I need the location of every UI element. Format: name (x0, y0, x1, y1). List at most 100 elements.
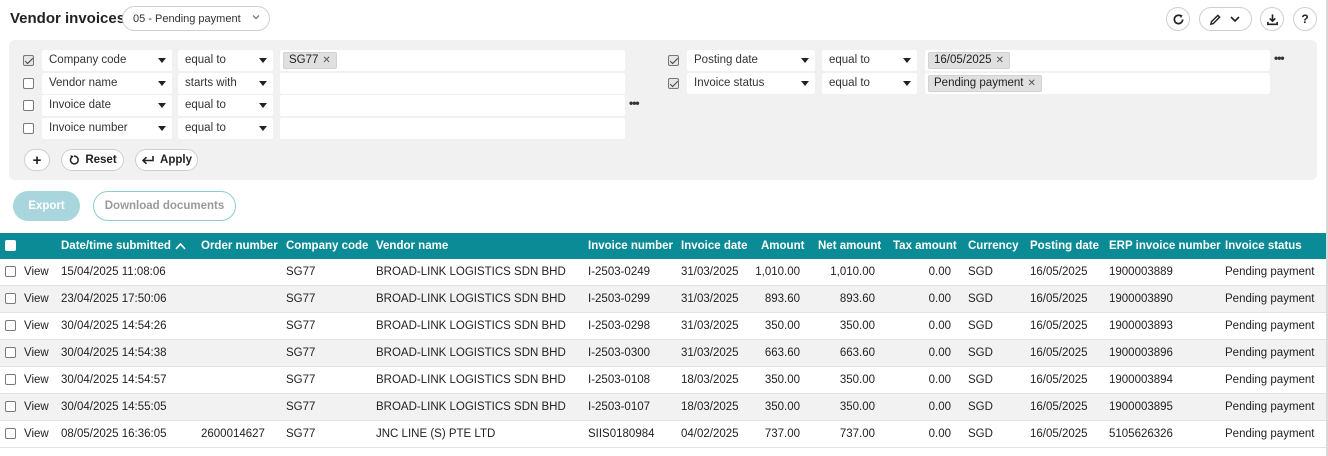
view-link[interactable]: View (24, 266, 49, 278)
column-header-invoice-date[interactable]: Invoice date (681, 240, 747, 252)
dropdown-triangle-icon (259, 58, 267, 63)
view-link[interactable]: View (24, 347, 49, 359)
filter-operator-select[interactable]: equal to (822, 73, 917, 94)
column-header-order-number[interactable]: Order number (201, 240, 278, 252)
column-header-erp-invoice-number[interactable]: ERP invoice number (1109, 240, 1221, 252)
close-icon[interactable]: ✕ (1028, 78, 1036, 89)
filter-row-company-code: Company code equal to SG77 ✕ (23, 50, 627, 71)
filter-operator-select[interactable]: equal to (178, 50, 273, 71)
cell-amount: 350.00 (764, 401, 800, 413)
add-icon: + (32, 151, 42, 169)
filter-operator-label: starts with (185, 77, 237, 89)
cell-tax-amount: 0.00 (928, 293, 951, 305)
cell-invoice-number: I-2503-0107 (588, 401, 651, 413)
chip-label: Pending payment (934, 77, 1024, 89)
select-all-checkbox[interactable] (5, 240, 16, 251)
edit-menu-button[interactable] (1199, 7, 1252, 31)
column-header-amount[interactable]: Amount (761, 240, 804, 252)
filter-field-select[interactable]: Vendor name (42, 73, 172, 94)
view-link[interactable]: View (24, 401, 49, 413)
filter-field-select[interactable]: Company code (42, 50, 172, 71)
filter-checkbox[interactable] (23, 100, 34, 111)
help-button[interactable]: ? (1293, 7, 1317, 31)
view-select[interactable]: 05 - Pending payment (122, 6, 270, 31)
cell-invoice-status: Pending payment (1225, 320, 1315, 332)
filter-value-input[interactable] (280, 95, 625, 116)
column-header-tax-amount[interactable]: Tax amount (893, 240, 957, 252)
apply-button[interactable]: Apply (135, 149, 198, 171)
sort-up-icon (175, 242, 186, 250)
view-link[interactable]: View (24, 428, 49, 440)
table-row[interactable]: View 30/04/2025 14:54:26 SG77 BROAD-LINK LO… (0, 313, 1326, 340)
filter-field-label: Posting date (694, 54, 758, 66)
filter-operator-select[interactable]: equal to (822, 50, 917, 71)
download-documents-button[interactable]: Download documents (93, 191, 236, 221)
filter-field-select[interactable]: Invoice status (687, 73, 815, 94)
column-header-vendor-name[interactable]: Vendor name (376, 240, 448, 252)
column-header-invoice-status[interactable]: Invoice status (1225, 240, 1302, 252)
filter-operator-select[interactable]: equal to (178, 95, 273, 116)
more-icon[interactable]: ••• (1274, 51, 1285, 65)
filter-value-input[interactable]: 16/05/2025 ✕ (925, 50, 1270, 71)
column-header-net-amount[interactable]: Net amount (818, 240, 881, 252)
cell-currency: SGD (968, 266, 993, 278)
filter-field-select[interactable]: Invoice number (42, 118, 172, 139)
cell-invoice-date: 31/03/2025 (681, 347, 739, 359)
cell-net-amount: 1,010.00 (830, 266, 875, 278)
download-button[interactable] (1260, 7, 1284, 31)
cell-net-amount: 350.00 (839, 401, 875, 413)
more-icon[interactable]: ••• (629, 96, 640, 110)
row-checkbox[interactable] (5, 293, 16, 304)
filter-field-label: Company code (49, 54, 127, 66)
column-header-company-code[interactable]: Company code (286, 240, 368, 252)
close-icon[interactable]: ✕ (996, 55, 1004, 66)
filter-field-select[interactable]: Invoice date (42, 95, 172, 116)
view-link[interactable]: View (24, 374, 49, 386)
table-row[interactable]: View 30/04/2025 14:54:57 SG77 BROAD-LINK LO… (0, 367, 1326, 394)
cell-invoice-number: I-2503-0299 (588, 293, 651, 305)
cell-amount: 1,010.00 (755, 266, 800, 278)
column-header-invoice-number[interactable]: Invoice number (588, 240, 673, 252)
filter-field-select[interactable]: Posting date (687, 50, 815, 71)
filter-value-input[interactable] (280, 118, 625, 139)
row-checkbox[interactable] (5, 320, 16, 331)
dropdown-triangle-icon (158, 58, 166, 63)
cell-currency: SGD (968, 347, 993, 359)
export-button[interactable]: Export (13, 191, 80, 221)
row-checkbox[interactable] (5, 374, 16, 385)
filter-checkbox[interactable] (668, 55, 679, 66)
column-header-currency[interactable]: Currency (968, 240, 1019, 252)
filter-value-input[interactable]: Pending payment ✕ (925, 73, 1270, 94)
column-header-posting-date[interactable]: Posting date (1030, 240, 1099, 252)
row-checkbox[interactable] (5, 428, 16, 439)
row-checkbox[interactable] (5, 401, 16, 412)
table-row[interactable]: View 08/05/2025 16:36:05 2600014627 SG77 JNC… (0, 421, 1326, 448)
filter-operator-label: equal to (185, 54, 226, 66)
filter-checkbox[interactable] (23, 78, 34, 89)
filter-operator-select[interactable]: equal to (178, 118, 273, 139)
filter-value-input[interactable] (280, 73, 625, 94)
filter-checkbox[interactable] (668, 78, 679, 89)
filter-operator-label: equal to (829, 54, 870, 66)
row-checkbox[interactable] (5, 347, 16, 358)
dropdown-triangle-icon (259, 81, 267, 86)
cell-invoice-number: I-2503-0108 (588, 374, 651, 386)
reset-button[interactable]: Reset (61, 149, 124, 171)
table-row[interactable]: View 30/04/2025 14:55:05 SG77 BROAD-LINK LO… (0, 394, 1326, 421)
cell-invoice-date: 31/03/2025 (681, 293, 739, 305)
filter-value-input[interactable]: SG77 ✕ (280, 50, 625, 71)
close-icon[interactable]: ✕ (322, 55, 330, 66)
table-row[interactable]: View 15/04/2025 11:08:06 SG77 BROAD-LINK LO… (0, 259, 1326, 286)
table-row[interactable]: View 23/04/2025 17:50:06 SG77 BROAD-LINK LO… (0, 286, 1326, 313)
filter-checkbox[interactable] (23, 55, 34, 66)
cell-amount: 893.60 (764, 293, 800, 305)
view-link[interactable]: View (24, 320, 49, 332)
row-checkbox[interactable] (5, 266, 16, 277)
filter-checkbox[interactable] (23, 123, 34, 134)
filter-operator-select[interactable]: starts with (178, 73, 273, 94)
column-header-date-submitted[interactable]: Date/time submitted (61, 240, 186, 252)
table-row[interactable]: View 30/04/2025 14:54:38 SG77 BROAD-LINK LO… (0, 340, 1326, 367)
add-filter-button[interactable]: + (24, 149, 50, 171)
refresh-button[interactable] (1166, 7, 1190, 31)
view-link[interactable]: View (24, 293, 49, 305)
